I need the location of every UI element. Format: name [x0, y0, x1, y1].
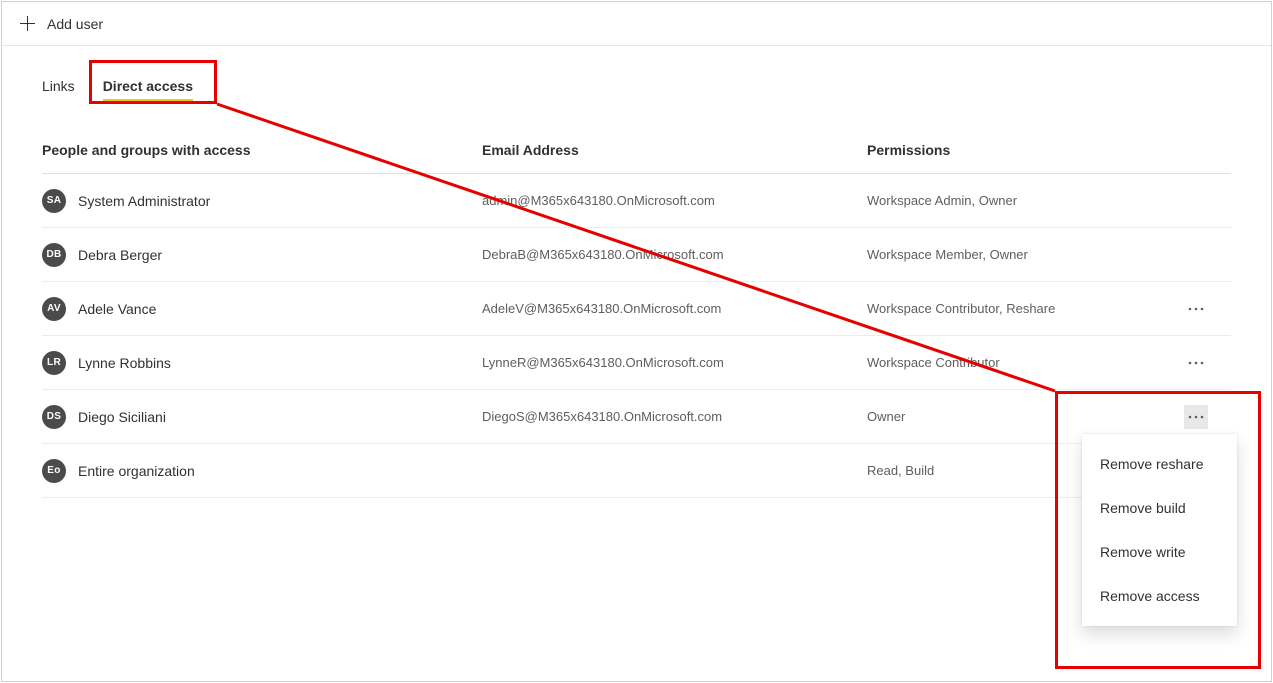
avatar: Eo [42, 459, 66, 483]
more-icon [1188, 361, 1204, 365]
user-name: Adele Vance [78, 301, 156, 317]
avatar: SA [42, 189, 66, 213]
col-header-email: Email Address [482, 142, 867, 158]
more-icon [1188, 415, 1204, 419]
cell-email: DebraB@M365x643180.OnMicrosoft.com [482, 247, 867, 262]
more-icon [1188, 307, 1204, 311]
col-header-permissions: Permissions [867, 142, 1161, 158]
command-bar: Add user [2, 2, 1271, 46]
plus-icon [20, 16, 35, 31]
cell-permissions: Workspace Admin, Owner [867, 193, 1161, 208]
table-row: EoEntire organizationRead, Build [42, 444, 1231, 498]
menu-remove-access[interactable]: Remove access [1082, 574, 1237, 618]
cell-email: LynneR@M365x643180.OnMicrosoft.com [482, 355, 867, 370]
more-actions-button[interactable] [1184, 297, 1208, 321]
avatar: LR [42, 351, 66, 375]
table-row: LR Lynne Robbins LynneR@M365x643180.OnMicr… [42, 336, 1231, 390]
user-name: System Administrator [78, 193, 210, 209]
col-header-people: People and groups with access [42, 142, 482, 158]
user-name: Entire organization [78, 463, 195, 479]
cell-name: SA System Administrator [42, 189, 482, 213]
add-user-button[interactable]: Add user [20, 16, 103, 32]
cell-email: AdeleV@M365x643180.OnMicrosoft.com [482, 301, 867, 316]
cell-permissions: Workspace Member, Owner [867, 247, 1161, 262]
cell-permissions: Workspace Contributor, Reshare [867, 301, 1161, 316]
cell-permissions: Workspace Contributor [867, 355, 1161, 370]
more-actions-button[interactable] [1184, 405, 1208, 429]
cell-name: LR Lynne Robbins [42, 351, 482, 375]
menu-remove-reshare[interactable]: Remove reshare [1082, 442, 1237, 486]
cell-actions [1161, 351, 1231, 375]
table-row: AV Adele Vance AdeleV@M365x643180.OnMicros… [42, 282, 1231, 336]
cell-name: DS Diego Siciliani [42, 405, 482, 429]
row-actions-menu: Remove reshare Remove build Remove write… [1082, 434, 1237, 626]
avatar: DS [42, 405, 66, 429]
cell-email: admin@M365x643180.OnMicrosoft.com [482, 193, 867, 208]
user-name: Diego Siciliani [78, 409, 166, 425]
grid-header-row: People and groups with access Email Addr… [42, 126, 1231, 174]
user-name: Debra Berger [78, 247, 162, 263]
avatar: AV [42, 297, 66, 321]
cell-permissions: Owner [867, 409, 1161, 424]
table-row: DB Debra Berger DebraB@M365x643180.OnMicro… [42, 228, 1231, 282]
user-name: Lynne Robbins [78, 355, 171, 371]
cell-name: Eo Entire organization [42, 459, 482, 483]
cell-actions [1161, 297, 1231, 321]
tab-direct-access[interactable]: Direct access [103, 78, 193, 102]
more-actions-button[interactable] [1184, 351, 1208, 375]
menu-remove-build[interactable]: Remove build [1082, 486, 1237, 530]
add-user-label: Add user [47, 16, 103, 32]
tab-links-label: Links [42, 78, 75, 94]
permissions-panel: Add user Links Direct access People and … [1, 1, 1272, 682]
tab-links[interactable]: Links [42, 78, 75, 102]
table-row: SA System Administrator admin@M365x643180.… [42, 174, 1231, 228]
cell-email: DiegoS@M365x643180.OnMicrosoft.com [482, 409, 867, 424]
tab-direct-access-label: Direct access [103, 78, 193, 94]
cell-name: AV Adele Vance [42, 297, 482, 321]
avatar: DB [42, 243, 66, 267]
menu-remove-write[interactable]: Remove write [1082, 530, 1237, 574]
tab-bar: Links Direct access [2, 46, 1271, 102]
table-row: DS Diego Siciliani DiegoS@M365x643180.OnMi… [42, 390, 1231, 444]
cell-name: DB Debra Berger [42, 243, 482, 267]
cell-actions [1161, 405, 1231, 429]
access-grid: People and groups with access Email Addr… [2, 126, 1271, 498]
